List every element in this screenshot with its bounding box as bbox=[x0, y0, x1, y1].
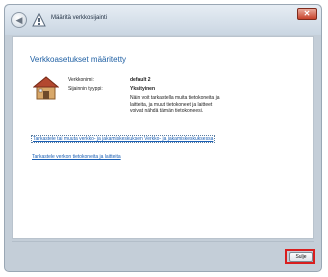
view-network-devices-link[interactable]: Tarkastele verkon tietokoneita ja laitte… bbox=[32, 154, 121, 160]
content-panel: Verkkoasetukset määritetty Verkkonimi: d… bbox=[12, 36, 314, 239]
network-sharing-center-link[interactable]: Tarkastele tai muuta verkko- ja jakamisk… bbox=[30, 135, 216, 143]
location-type-label: Sijainnin tyyppi: bbox=[68, 86, 103, 92]
network-name-value: default 2 bbox=[130, 77, 151, 83]
close-button[interactable]: Sulje bbox=[289, 252, 313, 262]
close-icon[interactable]: ✕ bbox=[297, 8, 317, 20]
location-type-value: Yksityinen bbox=[130, 86, 156, 92]
location-description: Näin voit tarkastella muita tietokoneita… bbox=[130, 95, 220, 114]
network-icon bbox=[32, 13, 46, 27]
home-network-icon bbox=[33, 76, 59, 100]
dialog-window: ◀ Määritä verkkosijainti ✕ Verkkoasetuks… bbox=[4, 4, 322, 272]
page-title: Verkkoasetukset määritetty bbox=[30, 55, 127, 64]
title-bar: ◀ Määritä verkkosijainti ✕ bbox=[5, 5, 321, 35]
window-title: Määritä verkkosijainti bbox=[51, 15, 108, 21]
back-arrow-icon[interactable]: ◀ bbox=[11, 12, 27, 28]
footer-divider bbox=[12, 241, 314, 242]
network-name-label: Verkkonimi: bbox=[68, 77, 94, 83]
